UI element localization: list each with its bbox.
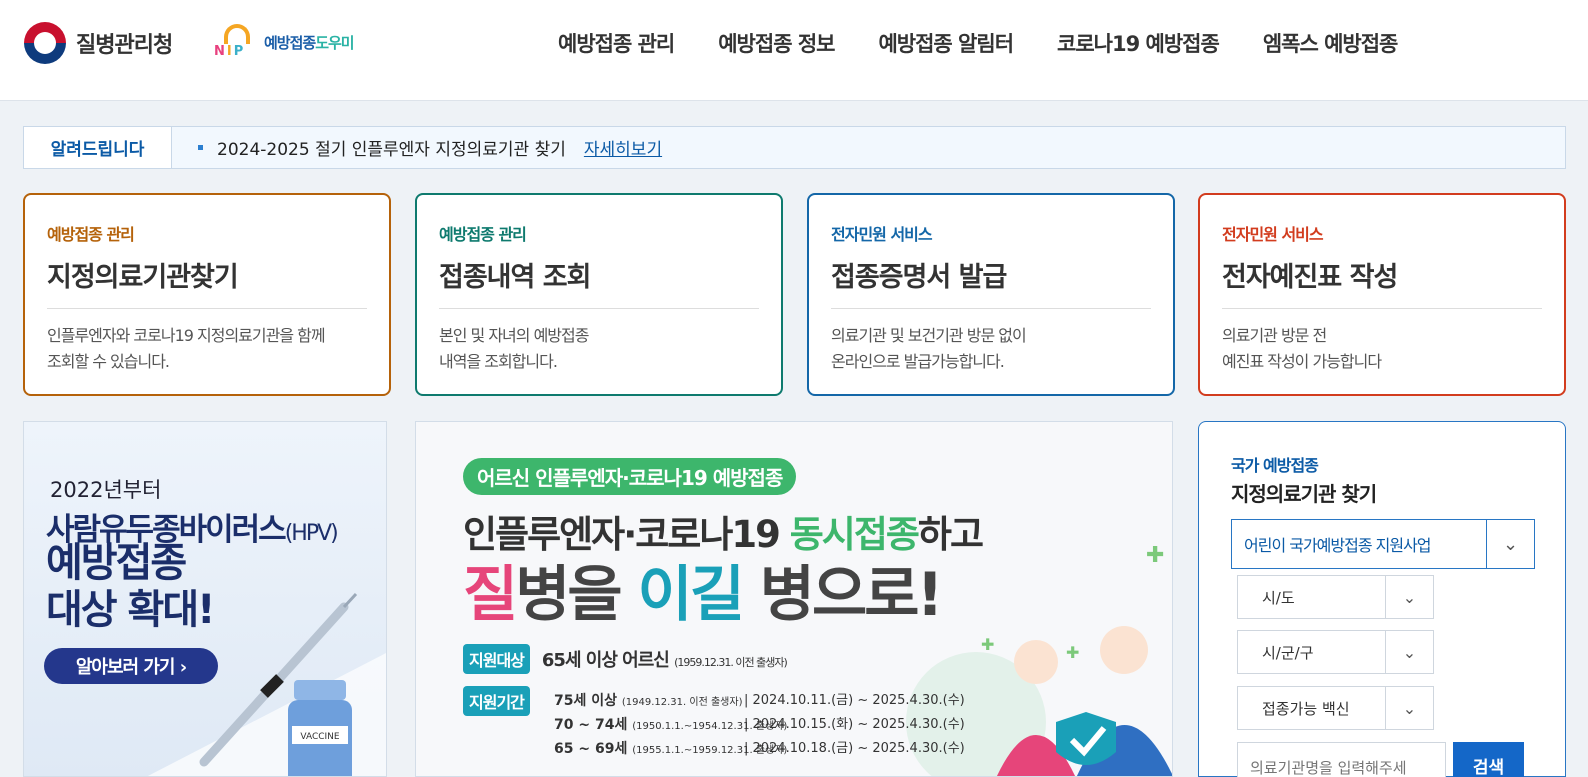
site-header: 질병관리청 NIP 예방접종도우미 예방접종 관리 예방접종 정보 예방접종 알…	[0, 0, 1588, 101]
notice-detail-link[interactable]: 자세히보기	[584, 135, 662, 160]
hpv-headline-2: 예방접종 대상 확대!	[46, 540, 215, 633]
card-category: 예방접종 관리	[47, 225, 135, 244]
nav-covid19-vaccination[interactable]: 코로나19 예방접종	[1057, 28, 1220, 58]
search-button[interactable]: 검색	[1453, 742, 1524, 777]
hpv-year: 2022년부터	[50, 478, 162, 502]
card-certificate[interactable]: 전자민원 서비스 접종증명서 발급 의료기관 및 보건기관 방문 없이 온라인으…	[807, 193, 1175, 396]
bullet-icon	[198, 145, 203, 150]
svg-text:✚: ✚	[981, 635, 994, 654]
card-title: 지정의료기관찾기	[47, 255, 367, 309]
chevron-down-icon[interactable]: ⌄	[1385, 687, 1433, 729]
nav-mpox-vaccination[interactable]: 엠폭스 예방접종	[1263, 28, 1399, 58]
taegeuk-logo-icon	[24, 22, 66, 64]
org-name: 질병관리청	[76, 33, 173, 58]
nav-vaccination-management[interactable]: 예방접종 관리	[558, 28, 675, 58]
chevron-down-icon[interactable]: ⌄	[1486, 520, 1534, 568]
period-item: 70 ~ 74세 (1950.1.1.~1954.12.31. 출생자) | 20…	[554, 717, 965, 733]
banner-target-row: 지원대상 65세 이상 어르신 (1959.12.31. 이전 출생자)	[463, 644, 788, 674]
hpv-learn-more-button[interactable]: 알아보러 가기 ›	[44, 648, 218, 684]
banner-period-row: 지원기간	[463, 686, 530, 716]
clinic-finder: 국가 예방접종 지정의료기관 찾기 어린이 국가예방접종 지원사업 ⌄ 시/도 …	[1198, 421, 1566, 777]
svg-text:✚: ✚	[1146, 543, 1164, 568]
period-item: 75세 이상 (1949.12.31. 이전 출생자) | 2024.10.11.…	[554, 693, 965, 709]
card-e-questionnaire[interactable]: 전자민원 서비스 전자예진표 작성 의료기관 방문 전 예진표 작성이 가능합니…	[1198, 193, 1566, 396]
notice-bar: 알려드립니다 2024-2025 절기 인플루엔자 지정의료기관 찾기 자세히보…	[23, 126, 1566, 169]
chevron-down-icon[interactable]: ⌄	[1385, 631, 1433, 673]
banner-slogan: 질병을 이길 병으로!	[463, 560, 944, 630]
flu-covid-banner[interactable]: ✚ ✚ ✚ 어르신 인플루엔자·코로나19 예방접종 인플루엔자·코로나19 동…	[415, 421, 1173, 777]
notice-label: 알려드립니다	[24, 127, 172, 168]
nav-vaccination-notice[interactable]: 예방접종 알림터	[878, 28, 1014, 58]
card-description: 본인 및 자녀의 예방접종 내역을 조회합니다.	[439, 326, 589, 371]
sigungu-select[interactable]: 시/군/구 ⌄	[1237, 630, 1434, 674]
nip-sun-icon: NIP	[214, 22, 260, 62]
card-find-clinic[interactable]: 예방접종 관리 지정의료기관찾기 인플루엔자와 코로나19 지정의료기관을 함께…	[23, 193, 391, 396]
card-description: 인플루엔자와 코로나19 지정의료기관을 함께 조회할 수 있습니다.	[47, 326, 326, 371]
notice-text: 2024-2025 절기 인플루엔자 지정의료기관 찾기	[217, 140, 566, 160]
nip-logo[interactable]: NIP 예방접종도우미	[214, 22, 355, 62]
nip-name: 예방접종도우미	[264, 33, 355, 52]
period-list: 75세 이상 (1949.12.31. 이전 출생자) | 2024.10.11.…	[554, 690, 965, 762]
card-category: 전자민원 서비스	[1222, 225, 1324, 244]
hpv-banner[interactable]: VACCINE 2022년부터 사람유두종바이러스(HPV) 예방접종 대상 확대…	[23, 421, 387, 777]
kdca-logo[interactable]: 질병관리청	[24, 22, 173, 64]
target-tag: 지원대상	[463, 644, 530, 674]
main-nav: 예방접종 관리 예방접종 정보 예방접종 알림터 코로나19 예방접종 엠폭스 …	[558, 28, 1441, 58]
chevron-down-icon[interactable]: ⌄	[1385, 576, 1433, 618]
clinic-name-input[interactable]	[1237, 742, 1446, 777]
card-category: 예방접종 관리	[439, 225, 527, 244]
card-description: 의료기관 방문 전 예진표 작성이 가능합니다	[1222, 326, 1382, 371]
period-item: 65 ~ 69세 (1955.1.1.~1959.12.31. 출생자) | 20…	[554, 741, 965, 757]
card-vaccination-history[interactable]: 예방접종 관리 접종내역 조회 본인 및 자녀의 예방접종 내역을 조회합니다.	[415, 193, 783, 396]
card-title: 전자예진표 작성	[1222, 255, 1542, 309]
vaccine-select[interactable]: 접종가능 백신 ⌄	[1237, 686, 1434, 730]
period-tag: 지원기간	[463, 686, 530, 716]
card-title: 접종내역 조회	[439, 255, 759, 309]
target-value: 65세 이상 어르신 (1959.12.31. 이전 출생자)	[541, 650, 788, 671]
card-description: 의료기관 및 보건기관 방문 없이 온라인으로 발급가능합니다.	[831, 326, 1027, 371]
program-select[interactable]: 어린이 국가예방접종 지원사업 ⌄	[1231, 519, 1535, 569]
banner-pill: 어르신 인플루엔자·코로나19 예방접종	[463, 458, 797, 495]
finder-title: 지정의료기관 찾기	[1231, 482, 1377, 506]
svg-text:✚: ✚	[1066, 643, 1079, 662]
finder-category: 국가 예방접종	[1231, 456, 1319, 475]
svg-text:VACCINE: VACCINE	[300, 732, 340, 742]
card-title: 접종증명서 발급	[831, 255, 1151, 309]
sido-select[interactable]: 시/도 ⌄	[1237, 575, 1434, 619]
nav-vaccination-info[interactable]: 예방접종 정보	[718, 28, 835, 58]
card-category: 전자민원 서비스	[831, 225, 933, 244]
